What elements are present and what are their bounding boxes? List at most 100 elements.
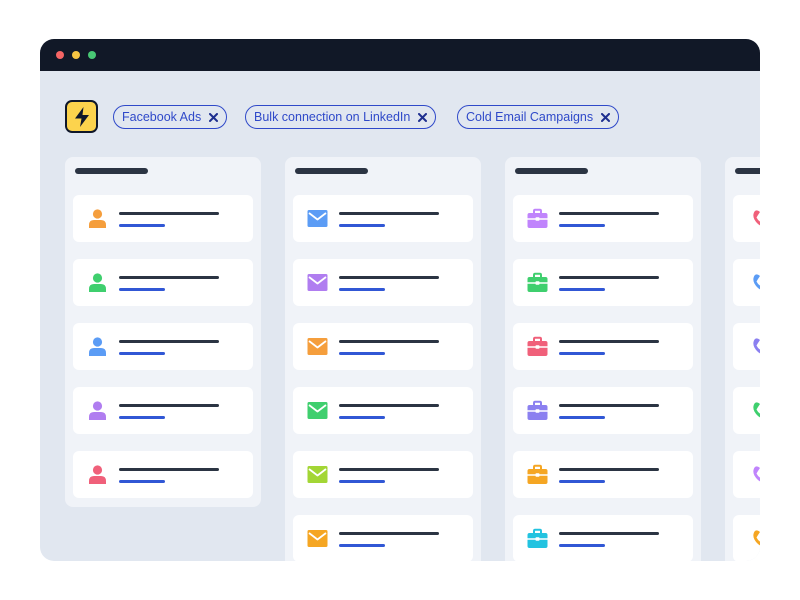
card-subtitle-placeholder [559, 480, 605, 483]
card-phone-1[interactable] [733, 195, 760, 242]
card-subtitle-placeholder [339, 352, 385, 355]
person-icon [87, 464, 108, 485]
column-header-placeholder [515, 168, 588, 174]
card-briefcase-5[interactable] [513, 451, 693, 498]
phone-icon [747, 400, 760, 421]
close-icon[interactable] [209, 112, 219, 122]
card-subtitle-placeholder [559, 544, 605, 547]
envelope-icon [307, 272, 328, 293]
envelope-icon [307, 400, 328, 421]
card-person-3[interactable] [73, 323, 253, 370]
browser-window: Facebook Ads Bulk connection on LinkedIn… [40, 39, 760, 561]
person-icon [87, 208, 108, 229]
card-title-placeholder [339, 212, 439, 215]
card-title-placeholder [559, 340, 659, 343]
window-close-button[interactable] [56, 51, 64, 59]
column-person [65, 157, 261, 507]
card-subtitle-placeholder [339, 544, 385, 547]
close-icon[interactable] [601, 112, 611, 122]
briefcase-icon [527, 464, 548, 485]
card-subtitle-placeholder [119, 352, 165, 355]
card-briefcase-6[interactable] [513, 515, 693, 561]
card-person-5[interactable] [73, 451, 253, 498]
card-title-placeholder [339, 404, 439, 407]
close-icon[interactable] [418, 112, 428, 122]
card-subtitle-placeholder [119, 224, 165, 227]
column-phone [725, 157, 760, 561]
card-phone-4[interactable] [733, 387, 760, 434]
person-icon [87, 272, 108, 293]
phone-icon [747, 464, 760, 485]
filter-chip-label: Facebook Ads [122, 110, 202, 124]
filter-chip-facebook-ads[interactable]: Facebook Ads [113, 105, 228, 129]
phone-icon [747, 336, 760, 357]
card-title-placeholder [339, 468, 439, 471]
card-title-placeholder [119, 276, 219, 279]
card-subtitle-placeholder [119, 288, 165, 291]
card-subtitle-placeholder [119, 416, 165, 419]
person-icon [87, 400, 108, 421]
card-person-2[interactable] [73, 259, 253, 306]
window-zoom-button[interactable] [88, 51, 96, 59]
card-briefcase-2[interactable] [513, 259, 693, 306]
briefcase-icon [527, 208, 548, 229]
card-subtitle-placeholder [339, 288, 385, 291]
lightning-logo [65, 100, 98, 133]
card-title-placeholder [119, 340, 219, 343]
briefcase-icon [527, 272, 548, 293]
card-briefcase-1[interactable] [513, 195, 693, 242]
board-area: Facebook Ads Bulk connection on LinkedIn… [40, 71, 760, 561]
envelope-icon [307, 336, 328, 357]
card-subtitle-placeholder [339, 224, 385, 227]
card-envelope-3[interactable] [293, 323, 473, 370]
card-subtitle-placeholder [559, 352, 605, 355]
card-envelope-4[interactable] [293, 387, 473, 434]
card-briefcase-3[interactable] [513, 323, 693, 370]
card-title-placeholder [119, 212, 219, 215]
briefcase-icon [527, 528, 548, 549]
window-minimize-button[interactable] [72, 51, 80, 59]
card-title-placeholder [559, 468, 659, 471]
envelope-icon [307, 208, 328, 229]
card-envelope-1[interactable] [293, 195, 473, 242]
card-envelope-6[interactable] [293, 515, 473, 561]
column-header-placeholder [75, 168, 148, 174]
phone-icon [747, 208, 760, 229]
card-subtitle-placeholder [559, 416, 605, 419]
card-envelope-2[interactable] [293, 259, 473, 306]
card-title-placeholder [119, 468, 219, 471]
filter-chip-cold-email[interactable]: Cold Email Campaigns [457, 105, 620, 129]
card-person-1[interactable] [73, 195, 253, 242]
briefcase-icon [527, 336, 548, 357]
card-title-placeholder [559, 404, 659, 407]
phone-icon [747, 528, 760, 549]
card-subtitle-placeholder [339, 416, 385, 419]
card-envelope-5[interactable] [293, 451, 473, 498]
card-title-placeholder [339, 276, 439, 279]
card-briefcase-4[interactable] [513, 387, 693, 434]
filter-chip-bulk-linkedin[interactable]: Bulk connection on LinkedIn [245, 105, 437, 129]
card-subtitle-placeholder [559, 288, 605, 291]
envelope-icon [307, 464, 328, 485]
filter-chip-label: Bulk connection on LinkedIn [254, 110, 411, 124]
filter-chip-label: Cold Email Campaigns [466, 110, 594, 124]
card-title-placeholder [559, 532, 659, 535]
card-title-placeholder [559, 212, 659, 215]
column-envelope [285, 157, 481, 561]
card-title-placeholder [119, 404, 219, 407]
column-header-placeholder [735, 168, 760, 174]
card-phone-2[interactable] [733, 259, 760, 306]
phone-icon [747, 272, 760, 293]
title-bar [40, 39, 760, 71]
column-briefcase [505, 157, 701, 561]
column-header-placeholder [295, 168, 368, 174]
card-subtitle-placeholder [119, 480, 165, 483]
card-phone-3[interactable] [733, 323, 760, 370]
card-phone-5[interactable] [733, 451, 760, 498]
person-icon [87, 336, 108, 357]
card-person-4[interactable] [73, 387, 253, 434]
briefcase-icon [527, 400, 548, 421]
card-title-placeholder [559, 276, 659, 279]
card-phone-6[interactable] [733, 515, 760, 561]
card-subtitle-placeholder [339, 480, 385, 483]
